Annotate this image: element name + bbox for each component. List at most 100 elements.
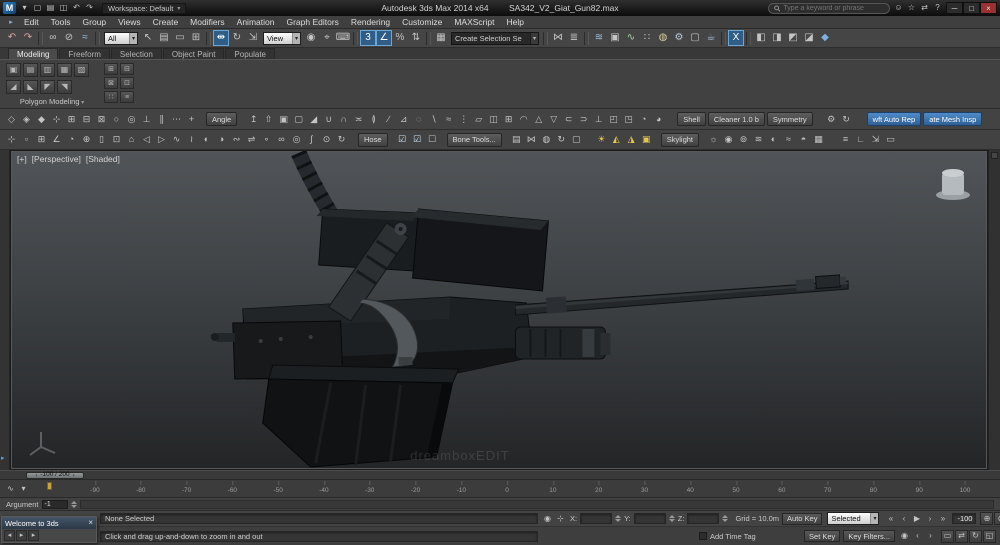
key-mode-toggle-icon[interactable]: ◉ bbox=[898, 530, 911, 543]
go-to-end-icon[interactable]: » bbox=[936, 512, 949, 525]
soft-selection-icon[interactable]: ◕ bbox=[651, 112, 666, 127]
key-filters-button[interactable]: Key Filters... bbox=[843, 530, 895, 542]
bind-to-space-warp-icon[interactable]: ≈ bbox=[77, 30, 93, 46]
mirror-icon[interactable]: ⋈ bbox=[550, 30, 566, 46]
skin-modifier-icon[interactable]: ≀ bbox=[184, 132, 199, 147]
curve-editor-icon[interactable]: ∿ bbox=[623, 30, 639, 46]
select-object-icon[interactable]: ↖ bbox=[140, 30, 156, 46]
display-mode-icon[interactable]: ⊟ bbox=[120, 63, 134, 75]
welcome-play-icon[interactable]: ▸ bbox=[16, 530, 27, 541]
select-and-rotate-icon[interactable]: ↻ bbox=[229, 30, 245, 46]
tape-helper-icon[interactable]: ∠ bbox=[49, 132, 64, 147]
viewport-tab-arrow-icon[interactable]: ▸ bbox=[1, 454, 5, 462]
app-menu-arrow-icon[interactable]: ▾ bbox=[18, 2, 31, 15]
settings-gear-icon[interactable]: ⚙ bbox=[824, 112, 839, 127]
bone-color-icon[interactable]: ◍ bbox=[539, 132, 554, 147]
viewport-divider-handle[interactable] bbox=[991, 152, 998, 159]
material-editor-icon[interactable]: ◍ bbox=[655, 30, 671, 46]
angle-button[interactable]: Angle bbox=[206, 112, 237, 126]
select-by-name-icon[interactable]: ▤ bbox=[156, 30, 172, 46]
symmetry-button[interactable]: Symmetry bbox=[767, 112, 813, 126]
workspace-dropdown[interactable]: Workspace: Default bbox=[102, 3, 186, 14]
redo-icon[interactable]: ↷ bbox=[20, 30, 36, 46]
rectangular-selection-region-icon[interactable]: ▭ bbox=[172, 30, 188, 46]
option-1-toggle[interactable]: ☑ bbox=[395, 132, 410, 147]
snapshot-icon[interactable]: ▢ bbox=[569, 132, 584, 147]
option-3-toggle[interactable]: ☐ bbox=[425, 132, 440, 147]
particle-view-icon[interactable]: ◆ bbox=[817, 30, 833, 46]
polygon-mode-icon[interactable]: ▦ bbox=[57, 63, 72, 77]
detach-icon[interactable]: ⊂ bbox=[561, 112, 576, 127]
argument-spinner[interactable] bbox=[71, 501, 77, 508]
menu-help[interactable]: Help bbox=[500, 17, 529, 27]
border-mode-icon[interactable]: ▥ bbox=[40, 63, 55, 77]
viewport-menu-plus[interactable]: [+] bbox=[17, 154, 27, 164]
quick-slice-icon[interactable]: ⊿ bbox=[396, 112, 411, 127]
extrude-icon[interactable]: ↥ bbox=[246, 112, 261, 127]
make-planar-icon[interactable]: ▱ bbox=[471, 112, 486, 127]
ribbon-tab-modeling[interactable]: Modeling bbox=[8, 48, 58, 59]
next-key-icon[interactable]: › bbox=[924, 530, 937, 543]
graphite-ribbon-toggle-icon[interactable]: ▣ bbox=[607, 30, 623, 46]
edge-mode-icon[interactable]: ▤ bbox=[23, 63, 38, 77]
keyboard-shortcut-override-icon[interactable]: ⌨ bbox=[335, 30, 351, 46]
z-coordinate-field[interactable] bbox=[687, 513, 719, 524]
snap-grid-icon[interactable]: ⊞ bbox=[64, 112, 79, 127]
spinner-up-icon[interactable] bbox=[71, 501, 77, 504]
modify-mode-icon[interactable]: ⊞ bbox=[104, 63, 118, 75]
container-icon[interactable]: ▯ bbox=[94, 132, 109, 147]
undo-icon[interactable]: ↶ bbox=[4, 30, 20, 46]
protractor-icon[interactable]: ◔ bbox=[64, 132, 79, 147]
pan-icon[interactable]: ⇄ bbox=[955, 530, 968, 543]
mirror-bones-icon[interactable]: ⋈ bbox=[524, 132, 539, 147]
snap-endpoint-icon[interactable]: ⊠ bbox=[94, 112, 109, 127]
menu-views[interactable]: Views bbox=[112, 17, 147, 27]
save-scene-icon[interactable]: ◫ bbox=[57, 2, 70, 15]
compass-icon[interactable]: ⊕ bbox=[79, 132, 94, 147]
ignore-backfacing-icon[interactable]: ◔ bbox=[636, 112, 651, 127]
render-production-icon[interactable]: ☕ bbox=[703, 30, 719, 46]
hide-selected-icon[interactable]: ◰ bbox=[606, 112, 621, 127]
auto-key-button[interactable]: Auto Key bbox=[782, 513, 822, 525]
redo-quick-icon[interactable]: ↷ bbox=[83, 2, 96, 15]
unlink-selection-icon[interactable]: ⊘ bbox=[61, 30, 77, 46]
spinner-down-icon[interactable] bbox=[71, 505, 77, 508]
bone-tools-button[interactable]: Bone Tools... bbox=[447, 133, 502, 147]
render-elements-icon[interactable]: ▦ bbox=[811, 132, 826, 147]
viewcube[interactable] bbox=[933, 165, 973, 201]
menu-edit[interactable]: Edit bbox=[18, 17, 45, 27]
z-spinner[interactable] bbox=[722, 515, 728, 522]
skylight-button[interactable]: Skylight bbox=[661, 133, 699, 147]
weight-table-icon[interactable]: ▤ bbox=[509, 132, 524, 147]
snap-center-icon[interactable]: ○ bbox=[109, 112, 124, 127]
snap-parallel-icon[interactable]: ∥ bbox=[154, 112, 169, 127]
rescale-icon[interactable]: ⇲ bbox=[868, 132, 883, 147]
freeze-toggle-icon[interactable]: ⊡ bbox=[120, 77, 134, 89]
snap-vertex-icon[interactable]: ◇ bbox=[4, 112, 19, 127]
physique-icon[interactable]: ◑ bbox=[214, 132, 229, 147]
refresh-tools-icon[interactable]: ↻ bbox=[839, 112, 854, 127]
zoom-region-icon[interactable]: ▭ bbox=[941, 530, 954, 543]
snap-perpendicular-icon[interactable]: ⊥ bbox=[139, 112, 154, 127]
element-mode-icon[interactable]: ▧ bbox=[74, 63, 89, 77]
menu-tools[interactable]: Tools bbox=[45, 17, 77, 27]
hose-button[interactable]: Hose bbox=[358, 133, 388, 147]
ik-solver-icon[interactable]: ▷ bbox=[154, 132, 169, 147]
path-constraint-icon[interactable]: ∫ bbox=[304, 132, 319, 147]
target-camera-icon[interactable]: ⊚ bbox=[736, 132, 751, 147]
outline-icon[interactable]: ▢ bbox=[291, 112, 306, 127]
dummy-helper-icon[interactable]: ▫ bbox=[19, 132, 34, 147]
ribbon-tab-freeform[interactable]: Freeform bbox=[59, 48, 109, 59]
viewport-pov-label[interactable]: [Perspective] bbox=[32, 154, 81, 164]
fog-icon[interactable]: ≈ bbox=[781, 132, 796, 147]
pin-stack-icon[interactable]: ◥ bbox=[57, 80, 72, 94]
unhide-all-icon[interactable]: ◳ bbox=[621, 112, 636, 127]
new-scene-icon[interactable]: ▢ bbox=[31, 2, 44, 15]
camera-icon[interactable]: ◉ bbox=[721, 132, 736, 147]
menu-group[interactable]: Group bbox=[77, 17, 113, 27]
named-selection-sets-dropdown[interactable]: Create Selection Se▾ bbox=[451, 32, 539, 45]
cut-icon[interactable]: ∕ bbox=[381, 112, 396, 127]
target-weld-icon[interactable]: ∩ bbox=[336, 112, 351, 127]
area-light-icon[interactable]: ▣ bbox=[639, 132, 654, 147]
infocenter-search[interactable] bbox=[768, 3, 890, 14]
